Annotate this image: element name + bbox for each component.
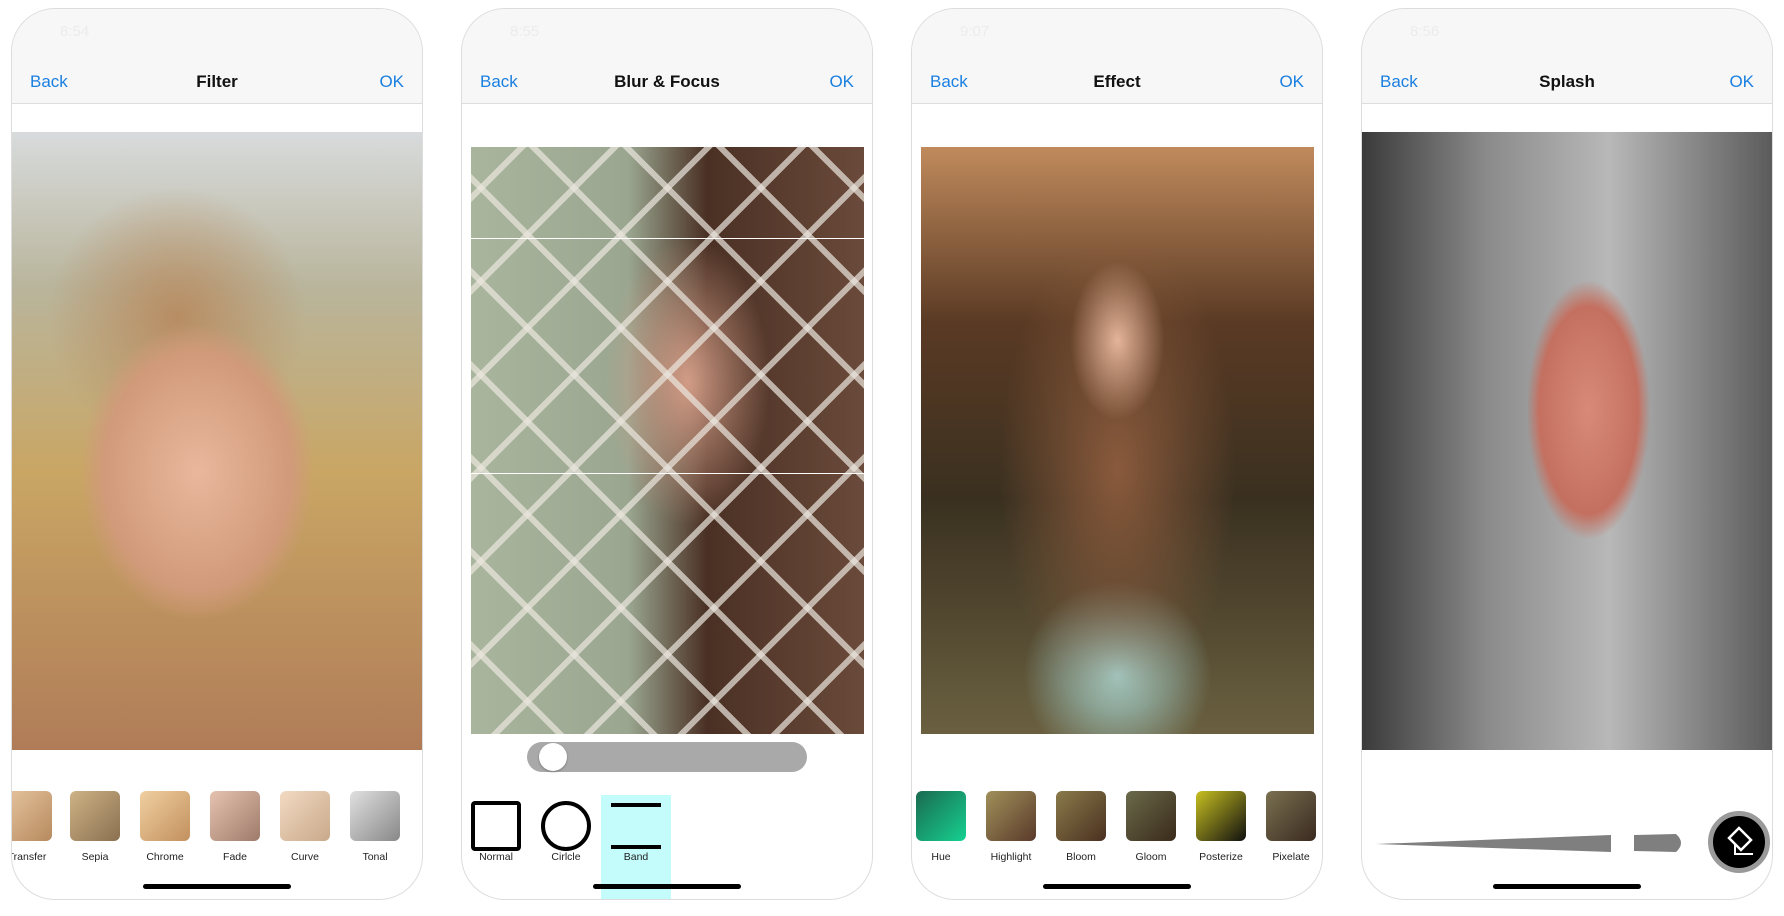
filter-thumb-tonal[interactable] [350,791,400,841]
phone-splash: 8:56 Back Splash OK [1361,8,1773,900]
page-title: Filter [196,72,238,91]
brush-size-slider[interactable] [1376,832,1694,854]
nav-bar: Back Filter OK [12,59,422,104]
slider-thumb[interactable] [539,743,567,771]
filter-label: Fade [223,851,247,863]
effect-label: Bloom [1066,851,1096,863]
band-line-top[interactable] [471,238,864,239]
page-title: Splash [1539,72,1595,91]
filter-label: Sepia [81,851,109,863]
mode-label: Band [623,851,649,863]
filter-thumb-transfer[interactable] [12,791,52,841]
mode-normal-button[interactable] [471,801,521,851]
effect-strip: Hue Highlight Bloom Gloom Posterize Pixe… [912,791,1322,871]
filter-label: Transfer [11,851,47,863]
filter-thumb-sepia[interactable] [70,791,120,841]
effect-label: Hue [931,851,951,863]
filter-label: Tonal [362,851,388,863]
ok-button[interactable]: OK [379,72,404,92]
blur-slider[interactable] [527,742,807,772]
status-bar: 8:56 [1362,9,1772,59]
phone-effect: 9:07 Back Effect OK Hue Highlight Bloom … [911,8,1323,900]
home-indicator [593,884,741,889]
home-indicator [143,884,291,889]
effect-thumb-gloom[interactable] [1126,791,1176,841]
photo [471,147,864,734]
photo [921,147,1314,734]
eraser-button[interactable] [1708,811,1770,873]
phone-filter: 8:54 Back Filter OK Transfer Sepia Chrom… [11,8,423,900]
eraser-icon [1727,826,1753,855]
page-title: Effect [1093,72,1141,91]
effect-label: Pixelate [1272,851,1310,863]
ok-button[interactable]: OK [1279,72,1304,92]
filter-thumb-fade[interactable] [210,791,260,841]
mode-strip: Normal Cirlcle Band [462,791,872,871]
effect-thumb-highlight[interactable] [986,791,1036,841]
status-time: 9:07 [960,23,990,40]
effect-thumb-bloom[interactable] [1056,791,1106,841]
nav-bar: Back Effect OK [912,59,1322,104]
mode-band-button[interactable] [611,803,661,849]
filter-thumb-chrome[interactable] [140,791,190,841]
ok-button[interactable]: OK [829,72,854,92]
photo [12,132,422,750]
home-indicator [1043,884,1191,889]
status-time: 8:55 [510,23,540,40]
status-time: 8:54 [60,23,90,40]
mode-label: Cirlcle [551,851,581,863]
effect-thumb-pixelate[interactable] [1266,791,1316,841]
nav-bar: Back Blur & Focus OK [462,59,872,104]
effect-thumb-hue[interactable] [916,791,966,841]
phone-blur-focus: 8:55 Back Blur & Focus OK Normal Cirlcle… [461,8,873,900]
filter-label: Curve [290,851,319,863]
effect-label: Highlight [990,851,1032,863]
effect-label: Gloom [1135,851,1167,863]
brush-size-track [1376,832,1681,854]
status-bar: 9:07 [912,9,1322,59]
nav-bar: Back Splash OK [1362,59,1772,104]
ok-button[interactable]: OK [1729,72,1754,92]
home-indicator [1493,884,1641,889]
filter-label: Chrome [146,851,184,863]
photo [1362,132,1772,750]
status-bar: 8:55 [462,9,872,59]
effect-label: Posterize [1199,851,1243,863]
filter-strip: Transfer Sepia Chrome Fade Curve Tonal [12,791,422,871]
band-line-bottom[interactable] [471,473,864,474]
effect-thumb-posterize[interactable] [1196,791,1246,841]
status-time: 8:56 [1410,23,1440,40]
mode-label: Normal [479,851,513,863]
page-title: Blur & Focus [614,72,720,91]
status-bar: 8:54 [12,9,422,59]
filter-thumb-curve[interactable] [280,791,330,841]
mode-circle-button[interactable] [541,801,591,851]
